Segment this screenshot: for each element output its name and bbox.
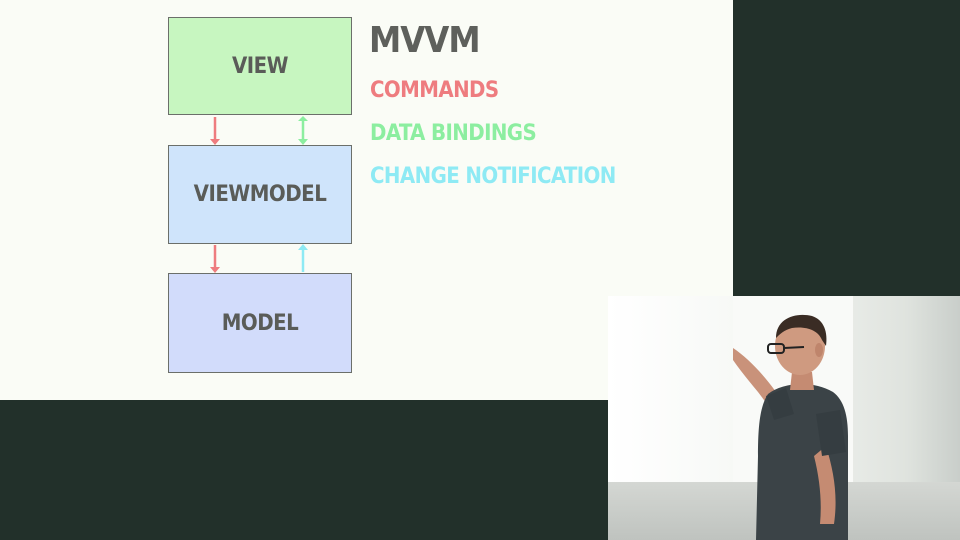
legend-change-notification: CHANGE NOTIFICATION xyxy=(370,164,616,189)
presentation-stage: VIEW VIEWMODEL MODEL MVVM COMMANDS DATA … xyxy=(0,0,960,540)
legend-data-bindings: DATA BINDINGS xyxy=(370,121,537,146)
legend-commands: COMMANDS xyxy=(370,78,499,103)
notification-arrow-model-to-viewmodel xyxy=(298,244,308,272)
legend-title: MVVM xyxy=(369,20,481,61)
presenter-video xyxy=(608,296,960,540)
binding-arrow-view-viewmodel xyxy=(298,116,308,145)
command-arrow-view-to-viewmodel xyxy=(210,117,220,145)
presenter-figure xyxy=(733,314,848,540)
command-arrow-viewmodel-to-model xyxy=(210,245,220,273)
